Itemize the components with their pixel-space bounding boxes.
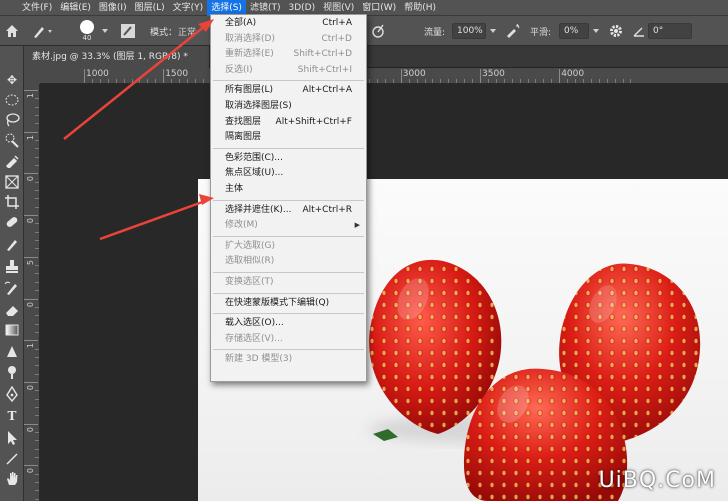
arrow-to-select-menu: [63, 19, 214, 140]
annotation-arrows: [63, 19, 214, 241]
arrow-to-subject-item: [99, 194, 214, 241]
watermark: UiBQ.CoM: [598, 468, 716, 493]
